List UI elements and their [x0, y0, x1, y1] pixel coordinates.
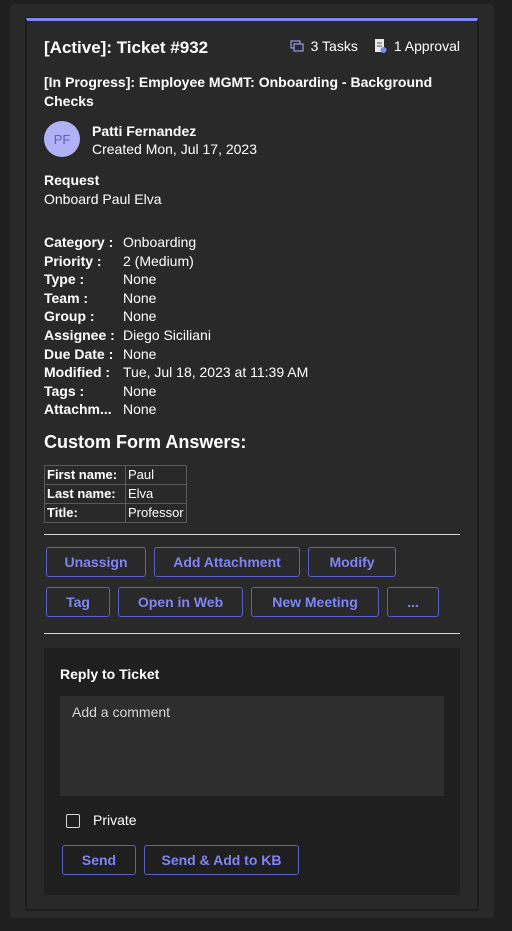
field-value: None — [123, 271, 157, 288]
field-row: Team : None — [44, 289, 308, 308]
field-label: Group : — [44, 308, 95, 325]
field-value: None — [123, 382, 157, 399]
avatar: PF — [44, 121, 80, 157]
divider — [44, 633, 460, 634]
table-key: Title: — [44, 503, 126, 523]
field-row: Modified : Tue, Jul 18, 2023 at 11:39 AM — [44, 363, 308, 382]
send-add-kb-button[interactable]: Send & Add to KB — [144, 845, 299, 875]
request-value: Onboard Paul Elva — [44, 191, 162, 207]
table-row: Last name: Elva — [44, 484, 187, 504]
field-value: 2 (Medium) — [123, 252, 194, 269]
field-label: Category : — [44, 234, 114, 250]
field-label: Team : — [44, 289, 89, 306]
unassign-button[interactable]: Unassign — [46, 547, 146, 577]
more-actions-button[interactable]: ... — [387, 587, 439, 617]
add-attachment-button[interactable]: Add Attachment — [154, 547, 300, 577]
custom-form-title: Custom Form Answers: — [44, 432, 247, 452]
field-label: Type : — [44, 271, 85, 288]
field-row: Tags : None — [44, 382, 308, 401]
ticket-subtitle: [In Progress]: Employee MGMT: Onboarding… — [44, 74, 433, 109]
field-label: Modified : — [44, 364, 111, 381]
field-row: Type : None — [44, 270, 308, 289]
field-value: None — [123, 289, 157, 306]
table-value: Elva — [125, 484, 187, 504]
private-label: Private — [93, 812, 137, 828]
field-row: Due Date : None — [44, 345, 308, 364]
field-label: Priority : — [44, 252, 102, 269]
tasks-icon — [289, 38, 305, 54]
new-meeting-button[interactable]: New Meeting — [251, 587, 379, 617]
approval-icon — [372, 38, 388, 54]
ticket-summary: 3 Tasks 1 Approval — [289, 38, 460, 54]
table-row: First name: Paul — [44, 465, 187, 485]
field-row: Attachm... None — [44, 400, 308, 419]
creator-name: Patti Fernandez — [92, 123, 197, 139]
request-label: Request — [44, 172, 100, 188]
field-row: Group : None — [44, 307, 308, 326]
approval-count: 1 Approval — [393, 38, 460, 54]
reply-title: Reply to Ticket — [60, 666, 160, 682]
created-date: Created Mon, Jul 17, 2023 — [92, 141, 257, 157]
field-row: Category : Onboarding — [44, 233, 308, 252]
field-value: None — [123, 308, 157, 325]
divider — [44, 534, 460, 535]
field-label: Assignee : — [44, 326, 115, 343]
field-row: Priority : 2 (Medium) — [44, 252, 308, 271]
ticket-title: [Active]: Ticket #932 — [44, 38, 209, 57]
field-value: Onboarding — [123, 234, 197, 250]
field-value: None — [123, 345, 157, 362]
field-value: Diego Siciliani — [123, 326, 211, 343]
ticket-fields: Category : Onboarding Priority : 2 (Medium… — [44, 233, 308, 419]
tasks-count: 3 Tasks — [310, 38, 358, 54]
table-row: Title: Professor — [44, 503, 187, 523]
open-in-web-button[interactable]: Open in Web — [118, 587, 243, 617]
custom-form-table: First name: Paul Last name: Elva Title: Pro… — [44, 465, 187, 523]
ticket-card: [Active]: Ticket #932 3 Tasks 1 Approval… — [26, 18, 478, 910]
reply-panel: Reply to Ticket Add a comment Private Se… — [44, 648, 460, 895]
field-row: Assignee : Diego Siciliani — [44, 326, 308, 345]
table-key: First name: — [44, 465, 126, 485]
table-value: Professor — [125, 503, 187, 523]
comment-input[interactable]: Add a comment — [60, 696, 444, 796]
modify-button[interactable]: Modify — [308, 547, 396, 577]
table-value: Paul — [125, 465, 187, 485]
field-label: Tags : — [44, 382, 85, 399]
private-checkbox[interactable] — [66, 814, 80, 828]
field-label: Due Date : — [44, 345, 114, 362]
tag-button[interactable]: Tag — [46, 587, 110, 617]
field-value: None — [123, 401, 157, 418]
table-key: Last name: — [44, 484, 126, 504]
field-value: Tue, Jul 18, 2023 at 11:39 AM — [123, 364, 309, 381]
field-label: Attachm... — [44, 401, 112, 418]
send-button[interactable]: Send — [62, 845, 136, 875]
